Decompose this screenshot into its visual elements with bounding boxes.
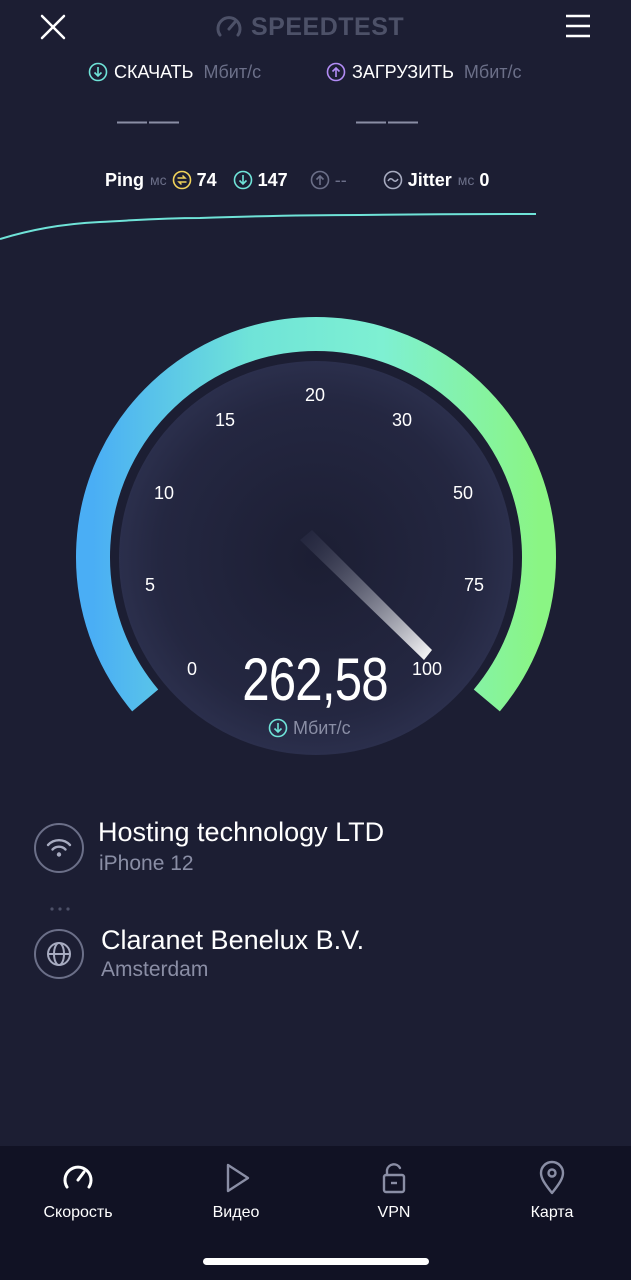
wifi-icon — [46, 839, 72, 857]
jitter: Jitter мс 0 — [383, 169, 490, 191]
tab-map[interactable]: Карта — [497, 1160, 607, 1222]
jitter-unit: мс — [457, 172, 475, 188]
download-ping-icon — [233, 170, 252, 190]
gauge-tick-30: 30 — [392, 410, 412, 430]
logo-text: SPEEDTEST — [251, 12, 405, 41]
play-icon — [226, 1163, 250, 1193]
ping-upload-value: -- — [334, 169, 347, 190]
app-logo: SPEEDTEST — [215, 10, 420, 44]
gauge-tick-50: 50 — [453, 483, 473, 503]
isp-name[interactable]: Hosting technology LTD — [98, 817, 384, 848]
download-header: СКАЧАТЬ Мбит/с — [88, 58, 261, 86]
hamburger-menu-icon — [566, 14, 590, 38]
ping-idle-value: 74 — [196, 169, 217, 190]
tab-vpn-label: VPN — [377, 1204, 411, 1221]
close-icon — [40, 14, 66, 40]
speedometer-logo-icon — [216, 16, 242, 37]
ping-idle: 74 — [172, 170, 217, 191]
tab-speed[interactable]: Скорость — [23, 1160, 133, 1222]
tab-vpn[interactable]: VPN — [339, 1160, 449, 1222]
tab-video-label: Видео — [212, 1204, 260, 1221]
server-name[interactable]: Claranet Benelux B.V. — [101, 925, 364, 956]
jitter-value: 0 — [479, 169, 490, 190]
device-name: iPhone 12 — [99, 852, 194, 875]
upload-header: ЗАГРУЗИТЬ Мбит/с — [326, 58, 522, 86]
ping-download: 147 — [233, 170, 288, 191]
speed-value: 262,58 — [242, 646, 388, 713]
upload-value: —— — [356, 104, 420, 137]
ping-label: Ping — [105, 169, 144, 190]
tab-video[interactable]: Видео — [181, 1160, 291, 1222]
jitter-icon — [383, 170, 403, 190]
gauge-tick-10: 10 — [154, 483, 174, 503]
ping-unit: мс — [150, 172, 167, 188]
speed-graph-line — [0, 213, 537, 240]
gauge-tick-15: 15 — [215, 410, 235, 430]
tab-map-label: Карта — [530, 1204, 574, 1221]
upload-label: ЗАГРУЗИТЬ — [352, 61, 454, 82]
gauge-tick-75: 75 — [464, 575, 484, 595]
lock-icon — [382, 1163, 406, 1194]
idle-ping-icon — [172, 170, 191, 190]
globe-icon — [47, 942, 71, 966]
download-label: СКАЧАТЬ — [114, 61, 194, 82]
speed-unit: Мбит/с — [268, 716, 351, 740]
gauge-tick-20: 20 — [305, 385, 325, 405]
isp-wifi-button[interactable] — [34, 823, 84, 873]
home-indicator[interactable] — [203, 1258, 429, 1265]
map-pin-icon — [539, 1160, 565, 1195]
menu-button[interactable] — [563, 13, 593, 39]
gauge-tick-5: 5 — [145, 575, 155, 595]
jitter-label: Jitter — [407, 169, 452, 190]
ping-download-value: 147 — [257, 169, 288, 190]
speed-unit-label: Мбит/с — [293, 717, 351, 738]
upload-ping-icon — [310, 170, 330, 190]
upload-unit: Мбит/с — [463, 61, 522, 82]
server-location: Amsterdam — [101, 958, 209, 981]
close-button[interactable] — [38, 12, 68, 42]
tab-speed-label: Скорость — [43, 1204, 113, 1221]
ping-row: Ping мс 74 147 -- Jitter мс 0 — [105, 166, 489, 194]
ping-upload: -- — [310, 170, 347, 191]
upload-arrow-icon — [326, 62, 346, 82]
speedometer-icon — [63, 1165, 93, 1189]
connector-dots — [50, 907, 70, 911]
download-arrow-icon — [88, 62, 108, 82]
gauge-tick-100: 100 — [412, 659, 442, 679]
server-button[interactable] — [34, 929, 84, 979]
download-value: —— — [117, 104, 181, 137]
download-unit: Мбит/с — [203, 61, 262, 82]
download-arrow-icon — [268, 718, 288, 738]
gauge-tick-0: 0 — [187, 659, 197, 679]
